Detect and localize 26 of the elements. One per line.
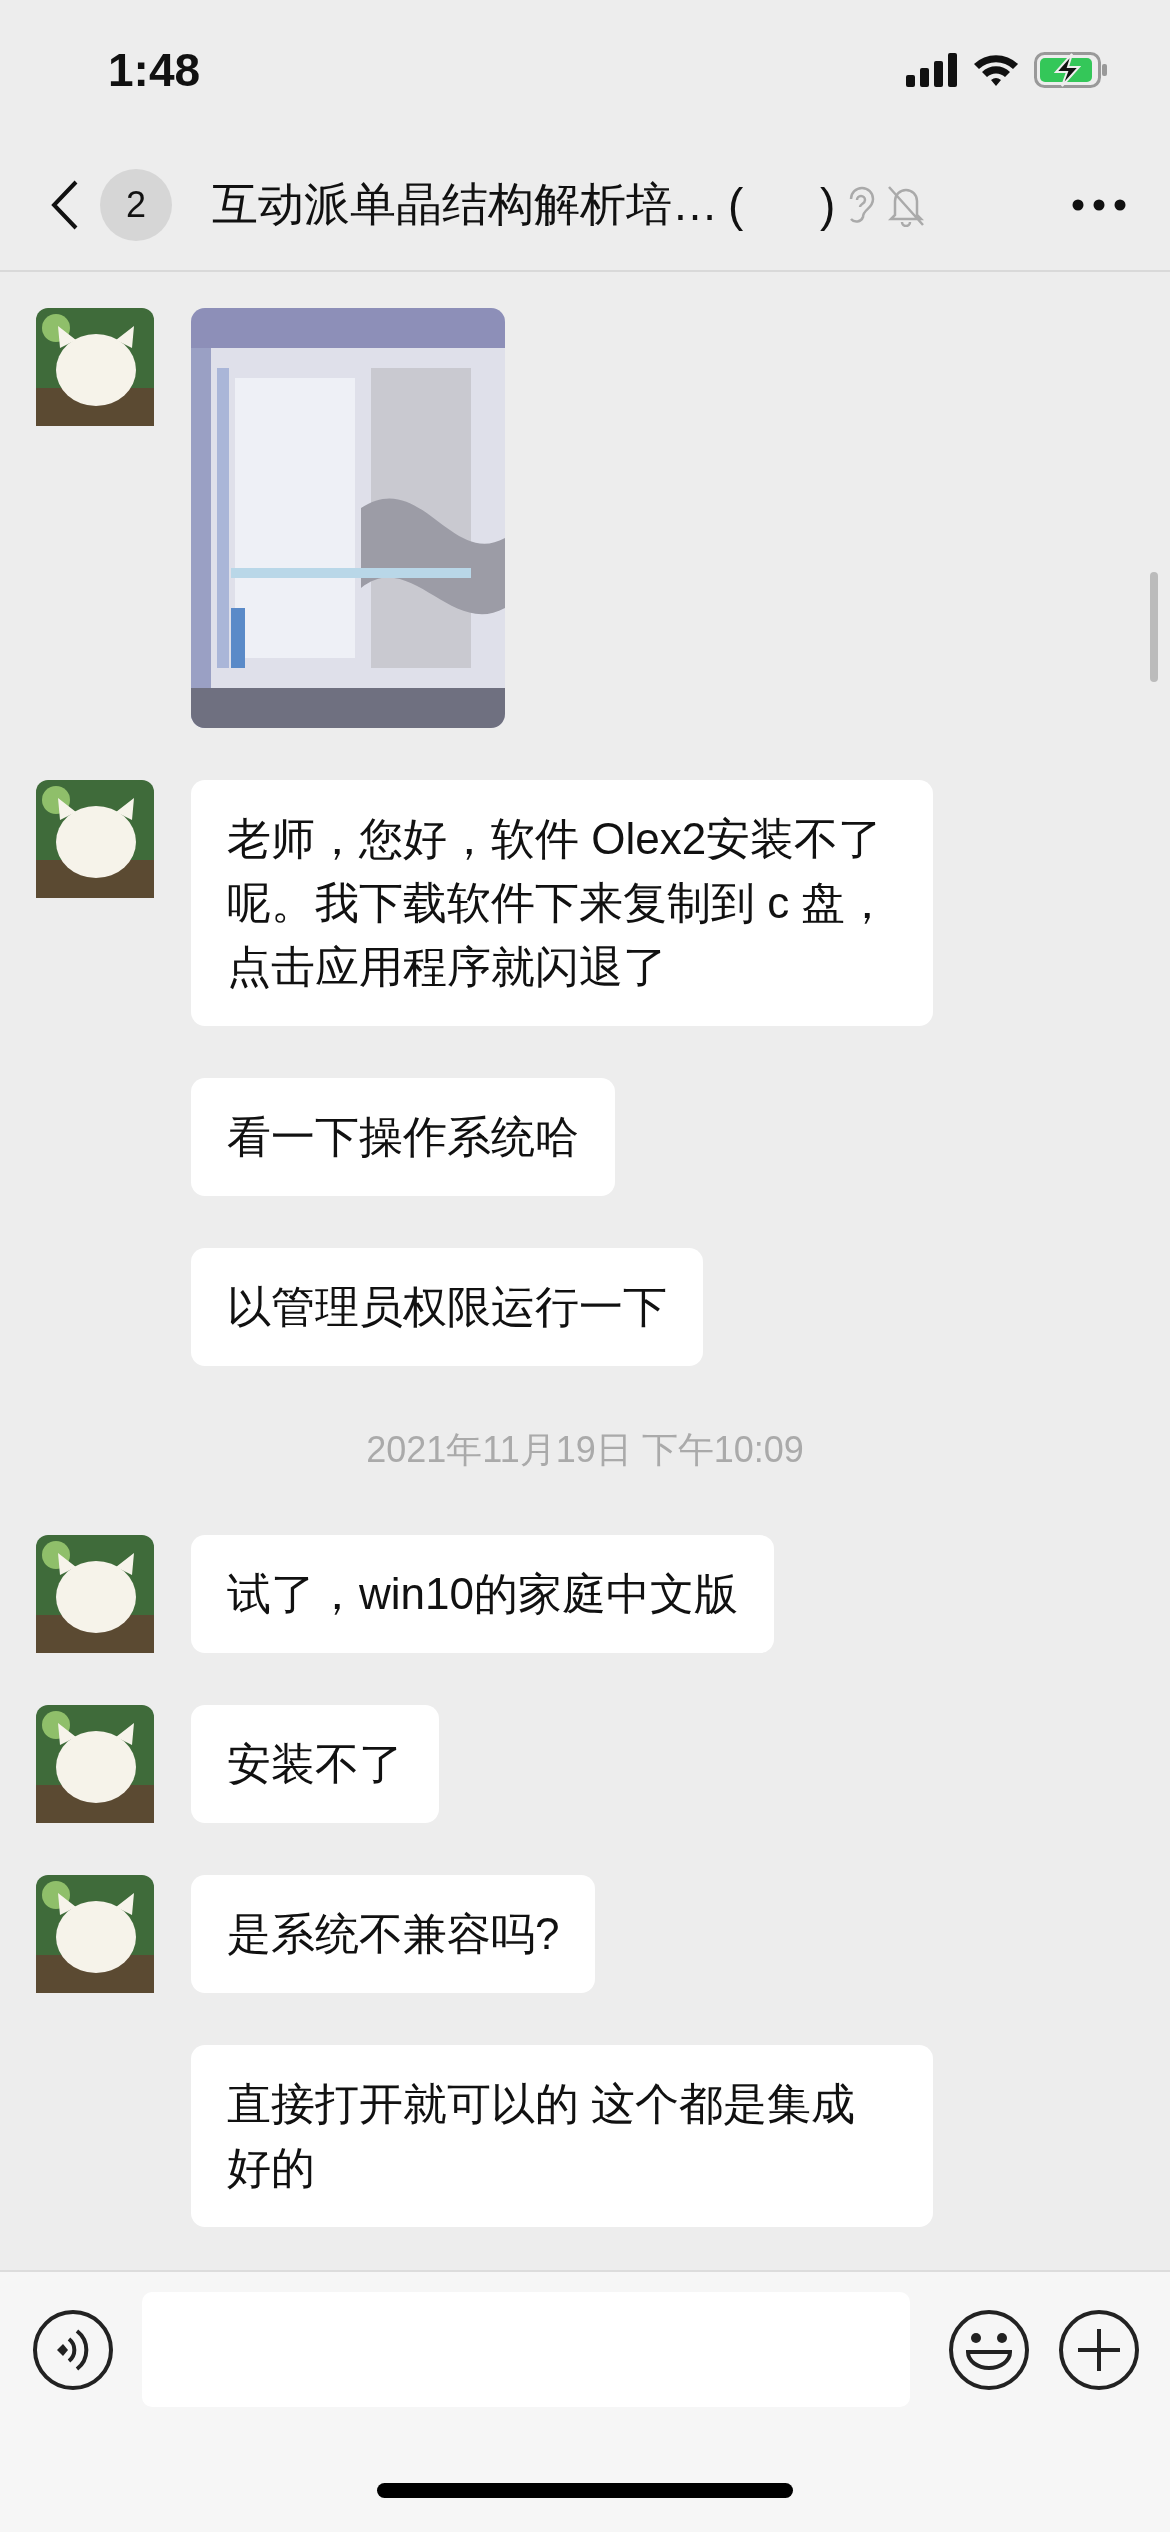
chat-title-suffix: ( ) (728, 178, 836, 232)
scrollbar[interactable] (1150, 572, 1158, 682)
voice-icon[interactable] (32, 2308, 114, 2391)
wifi-icon (972, 53, 1020, 87)
timestamp: 2021年11月19日 下午10:09 (366, 1428, 804, 1472)
message-bubble[interactable]: 是系统不兼容吗? (191, 1875, 596, 1993)
avatar[interactable] (36, 308, 154, 426)
back-icon[interactable] (50, 179, 80, 231)
message-bubble[interactable]: 看一下操作系统哈 (191, 1078, 615, 1196)
battery-charging-icon (1034, 52, 1108, 88)
message-bubble[interactable]: 直接打开就可以的 这个都是集成好的 (191, 2045, 933, 2227)
signal-icon (906, 53, 958, 87)
message-bubble[interactable]: 以管理员权限运行一下 (191, 1248, 703, 1366)
unread-count: 2 (100, 169, 172, 241)
more-icon[interactable] (1072, 199, 1126, 211)
message-bubble[interactable]: 试了，win10的家庭中文版 (191, 1535, 774, 1653)
avatar[interactable] (36, 1535, 154, 1653)
emoji-icon[interactable] (948, 2308, 1030, 2391)
avatar[interactable] (36, 780, 154, 898)
chat-title: 互动派单晶结构解析培… (212, 177, 718, 232)
message-bubble[interactable]: 老师，您好，软件 Olex2安装不了呢。我下载软件下来复制到 c 盘，点击应用程序就闪退了 (191, 780, 933, 1026)
avatar[interactable] (36, 1875, 154, 1993)
status-time: 1:48 (108, 43, 201, 97)
avatar[interactable] (36, 1705, 154, 1823)
plus-icon[interactable] (1058, 2308, 1140, 2391)
message-bubble[interactable]: 安装不了 (191, 1705, 439, 1823)
